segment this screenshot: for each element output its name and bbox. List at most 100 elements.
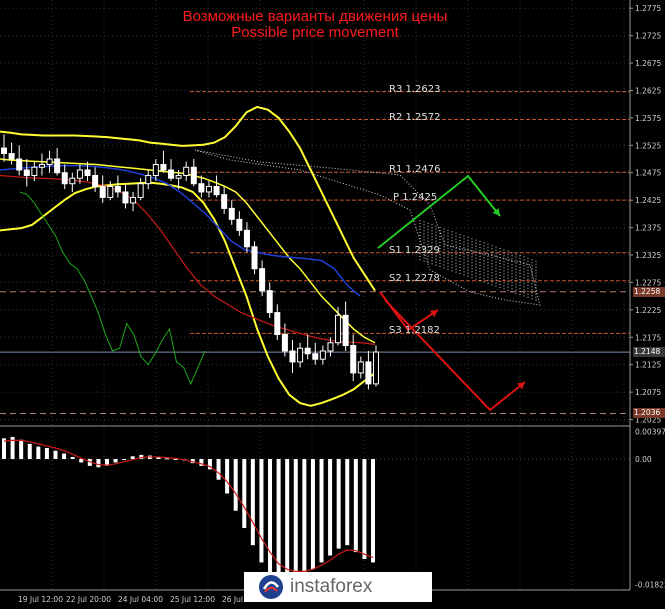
scenario-arrow-bull (377, 174, 501, 249)
candle-bull (69, 177, 76, 185)
chart-title-en: Possible price movement (231, 24, 399, 41)
bollinger-lower-line (0, 181, 376, 407)
pivot-label-s3: S3 1.2182 (389, 325, 440, 336)
candle-bull (46, 158, 53, 166)
x-tick-label: 24 Jul 04:00 (118, 595, 163, 604)
candle-bull (205, 185, 212, 193)
y-tick-label: 1.2575 (635, 114, 661, 123)
osc-bar (122, 459, 127, 461)
pivot-name: S3 (389, 325, 402, 337)
osc-bar (293, 459, 298, 578)
osc-bar (371, 459, 375, 563)
candle-bull (357, 361, 364, 374)
candle-bull (76, 169, 83, 179)
candle-bull (319, 350, 326, 360)
candle-bear (198, 183, 205, 193)
pivot-name: S2 (389, 272, 402, 284)
instaforex-logo-icon (259, 575, 283, 599)
pivot-label-p: P 1.2425 (393, 192, 437, 203)
y-tick-label: 1.2425 (635, 196, 661, 205)
osc-bar (173, 459, 178, 461)
candle-bear (160, 164, 167, 171)
candle-bear (259, 268, 266, 292)
pivot-label-s2: S2 1.2278 (389, 273, 440, 284)
candle-bear (228, 207, 235, 220)
candle-bear (8, 153, 15, 160)
candle-bear (23, 169, 30, 176)
y-tick-label: 1.2475 (635, 169, 661, 178)
osc-signal-line (3, 439, 374, 572)
osc-bar (165, 458, 170, 460)
candle-bear (312, 353, 319, 360)
candle-bull (107, 185, 114, 198)
candle-bull (137, 183, 144, 198)
pivot-label-r3: R3 1.2623 (389, 84, 441, 95)
candle-bear (168, 169, 175, 179)
pivot-name: R1 (389, 164, 403, 176)
candle-bull (130, 196, 137, 204)
candle-bull (31, 166, 38, 176)
osc-y-tick-label: 0.00397 (635, 428, 665, 437)
price-chart: 1.2775 1.2725 1.2675 1.2625 1.2575 1.2525 1.24… (0, 0, 665, 604)
candle-bear (365, 361, 372, 385)
price-tag-level-upper: 1.2258 (633, 286, 665, 297)
y-tick-label: 1.2625 (635, 86, 661, 95)
osc-bar (302, 459, 307, 573)
candle-bear (221, 194, 228, 209)
candle-bear (16, 158, 23, 171)
osc-bar (336, 459, 341, 549)
osc-bar (216, 459, 221, 480)
pivot-value: 1.2425 (402, 192, 438, 204)
candle-bear (243, 229, 250, 248)
osc-bar (225, 459, 230, 494)
y-tick-label: 1.2175 (635, 333, 661, 342)
osc-bar (70, 456, 75, 460)
pivot-name: R2 (389, 111, 403, 123)
price-tag-level-lower: 1.2036 (633, 408, 665, 419)
candle-bear (281, 334, 288, 352)
pivot-value: 1.2623 (405, 83, 441, 95)
candle-bull (38, 164, 45, 168)
green-indicator-line (19, 191, 206, 386)
osc-bar (27, 443, 32, 460)
candle-bear (251, 246, 258, 270)
scenario-arrow-bear-long (384, 299, 526, 412)
osc-bar (362, 459, 367, 559)
osc-y-tick-label: 0.00 (635, 455, 652, 464)
osc-bar (268, 459, 273, 577)
candle-bull (327, 342, 334, 352)
candle-bull (373, 351, 379, 385)
candle-bull (152, 164, 159, 176)
pivot-label-r1: R1 1.2476 (389, 164, 441, 175)
pivot-label-s1: S1 1.2329 (389, 245, 440, 256)
candle-bull (183, 166, 190, 176)
x-tick-label: 25 Jul 12:00 (170, 595, 215, 604)
chart-window: 1.2775 1.2725 1.2675 1.2625 1.2575 1.2525 1.24… (0, 0, 665, 605)
candle-bear (92, 174, 99, 187)
candle-bear (289, 350, 296, 363)
osc-bar (250, 459, 255, 546)
pivot-value: 1.2182 (404, 325, 440, 337)
pivot-name: R3 (389, 83, 403, 95)
osc-bar (113, 459, 118, 463)
y-tick-label: 1.2075 (635, 388, 661, 397)
osc-bar (19, 439, 24, 460)
candle-bear (114, 185, 121, 193)
watermark-badge: instaforex (244, 572, 432, 602)
y-tick-label: 1.2125 (635, 361, 661, 370)
candle-bear (122, 191, 129, 204)
pivot-value: 1.2572 (405, 111, 441, 123)
x-tick-label: 19 Jul 12:00 (18, 595, 63, 604)
candle-bear (84, 169, 91, 176)
y-tick-label: 1.2225 (635, 306, 661, 315)
candle-bear (1, 147, 7, 155)
osc-bar (62, 453, 67, 460)
osc-bar (53, 450, 58, 460)
candle-bull (335, 314, 342, 344)
candle-bear (61, 172, 68, 185)
candle-bear (304, 347, 311, 355)
pivot-value: 1.2329 (404, 244, 440, 256)
candle-bear (342, 314, 349, 346)
candle-bear (54, 158, 61, 174)
osc-bar (242, 459, 247, 528)
